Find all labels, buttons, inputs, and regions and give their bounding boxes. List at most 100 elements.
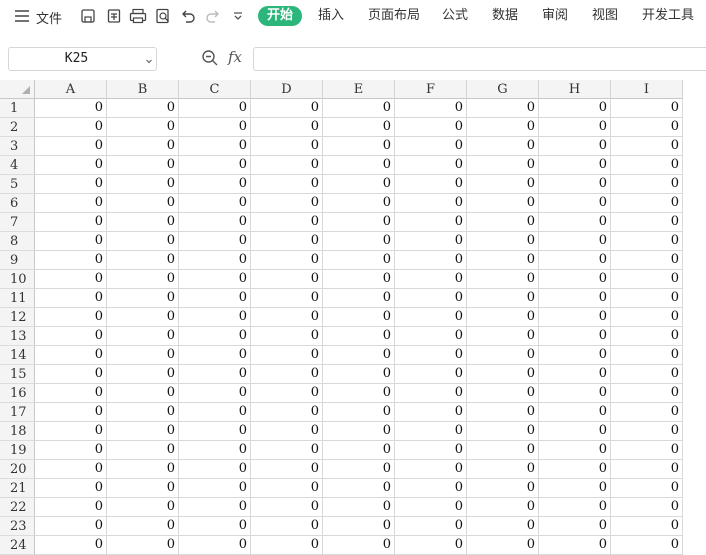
cell-h10[interactable]: 0 — [539, 270, 611, 289]
cell-i23[interactable]: 0 — [611, 517, 683, 536]
name-box[interactable]: K25 — [8, 47, 157, 71]
row-header-20[interactable]: 20 — [0, 460, 35, 479]
cell-b24[interactable]: 0 — [107, 536, 179, 555]
more-dropdown-icon[interactable] — [228, 6, 248, 26]
cell-a12[interactable]: 0 — [35, 308, 107, 327]
cell-e11[interactable]: 0 — [323, 289, 395, 308]
cell-e18[interactable]: 0 — [323, 422, 395, 441]
cell-f3[interactable]: 0 — [395, 137, 467, 156]
row-header-18[interactable]: 18 — [0, 422, 35, 441]
cell-i19[interactable]: 0 — [611, 441, 683, 460]
cell-g12[interactable]: 0 — [467, 308, 539, 327]
cell-h20[interactable]: 0 — [539, 460, 611, 479]
cell-h12[interactable]: 0 — [539, 308, 611, 327]
cell-c23[interactable]: 0 — [179, 517, 251, 536]
cell-c18[interactable]: 0 — [179, 422, 251, 441]
cell-a20[interactable]: 0 — [35, 460, 107, 479]
cell-d5[interactable]: 0 — [251, 175, 323, 194]
cell-e7[interactable]: 0 — [323, 213, 395, 232]
cell-i7[interactable]: 0 — [611, 213, 683, 232]
cell-i21[interactable]: 0 — [611, 479, 683, 498]
cell-i13[interactable]: 0 — [611, 327, 683, 346]
cell-b7[interactable]: 0 — [107, 213, 179, 232]
cell-f5[interactable]: 0 — [395, 175, 467, 194]
cell-e2[interactable]: 0 — [323, 118, 395, 137]
cell-e20[interactable]: 0 — [323, 460, 395, 479]
cell-e16[interactable]: 0 — [323, 384, 395, 403]
row-header-9[interactable]: 9 — [0, 251, 35, 270]
column-header-d[interactable]: D — [251, 80, 323, 99]
cell-d17[interactable]: 0 — [251, 403, 323, 422]
row-header-7[interactable]: 7 — [0, 213, 35, 232]
cell-d15[interactable]: 0 — [251, 365, 323, 384]
save-icon[interactable] — [78, 6, 98, 26]
cell-d19[interactable]: 0 — [251, 441, 323, 460]
tab-formulas[interactable]: 公式 — [442, 6, 468, 26]
row-header-6[interactable]: 6 — [0, 194, 35, 213]
cell-a19[interactable]: 0 — [35, 441, 107, 460]
cell-b23[interactable]: 0 — [107, 517, 179, 536]
cell-g6[interactable]: 0 — [467, 194, 539, 213]
cell-g24[interactable]: 0 — [467, 536, 539, 555]
cell-e4[interactable]: 0 — [323, 156, 395, 175]
cell-f8[interactable]: 0 — [395, 232, 467, 251]
cell-e8[interactable]: 0 — [323, 232, 395, 251]
column-header-e[interactable]: E — [323, 80, 395, 99]
row-header-21[interactable]: 21 — [0, 479, 35, 498]
cell-g21[interactable]: 0 — [467, 479, 539, 498]
cell-f23[interactable]: 0 — [395, 517, 467, 536]
cell-h11[interactable]: 0 — [539, 289, 611, 308]
cell-g14[interactable]: 0 — [467, 346, 539, 365]
cell-h21[interactable]: 0 — [539, 479, 611, 498]
cell-i16[interactable]: 0 — [611, 384, 683, 403]
cell-i4[interactable]: 0 — [611, 156, 683, 175]
cell-f20[interactable]: 0 — [395, 460, 467, 479]
cell-c6[interactable]: 0 — [179, 194, 251, 213]
cell-c11[interactable]: 0 — [179, 289, 251, 308]
cell-b10[interactable]: 0 — [107, 270, 179, 289]
cell-f19[interactable]: 0 — [395, 441, 467, 460]
cell-c5[interactable]: 0 — [179, 175, 251, 194]
cell-e5[interactable]: 0 — [323, 175, 395, 194]
cell-g23[interactable]: 0 — [467, 517, 539, 536]
cell-h4[interactable]: 0 — [539, 156, 611, 175]
cell-g18[interactable]: 0 — [467, 422, 539, 441]
formula-input[interactable] — [253, 47, 706, 71]
cell-h13[interactable]: 0 — [539, 327, 611, 346]
cell-f7[interactable]: 0 — [395, 213, 467, 232]
cell-g4[interactable]: 0 — [467, 156, 539, 175]
cell-d8[interactable]: 0 — [251, 232, 323, 251]
cell-a10[interactable]: 0 — [35, 270, 107, 289]
cell-i15[interactable]: 0 — [611, 365, 683, 384]
column-header-g[interactable]: G — [467, 80, 539, 99]
row-header-10[interactable]: 10 — [0, 270, 35, 289]
cell-e1[interactable]: 0 — [323, 99, 395, 118]
cell-h24[interactable]: 0 — [539, 536, 611, 555]
cell-e3[interactable]: 0 — [323, 137, 395, 156]
cell-d23[interactable]: 0 — [251, 517, 323, 536]
cell-b21[interactable]: 0 — [107, 479, 179, 498]
cell-e19[interactable]: 0 — [323, 441, 395, 460]
cell-c10[interactable]: 0 — [179, 270, 251, 289]
cell-d2[interactable]: 0 — [251, 118, 323, 137]
row-header-8[interactable]: 8 — [0, 232, 35, 251]
cell-h1[interactable]: 0 — [539, 99, 611, 118]
cell-e10[interactable]: 0 — [323, 270, 395, 289]
cell-g15[interactable]: 0 — [467, 365, 539, 384]
cell-d12[interactable]: 0 — [251, 308, 323, 327]
cell-c3[interactable]: 0 — [179, 137, 251, 156]
cell-c14[interactable]: 0 — [179, 346, 251, 365]
cell-a11[interactable]: 0 — [35, 289, 107, 308]
cell-h9[interactable]: 0 — [539, 251, 611, 270]
cell-c19[interactable]: 0 — [179, 441, 251, 460]
cell-e17[interactable]: 0 — [323, 403, 395, 422]
cell-a15[interactable]: 0 — [35, 365, 107, 384]
column-header-f[interactable]: F — [395, 80, 467, 99]
cell-b5[interactable]: 0 — [107, 175, 179, 194]
cell-b18[interactable]: 0 — [107, 422, 179, 441]
cell-e23[interactable]: 0 — [323, 517, 395, 536]
cell-d18[interactable]: 0 — [251, 422, 323, 441]
cell-f2[interactable]: 0 — [395, 118, 467, 137]
cell-c9[interactable]: 0 — [179, 251, 251, 270]
cell-f14[interactable]: 0 — [395, 346, 467, 365]
